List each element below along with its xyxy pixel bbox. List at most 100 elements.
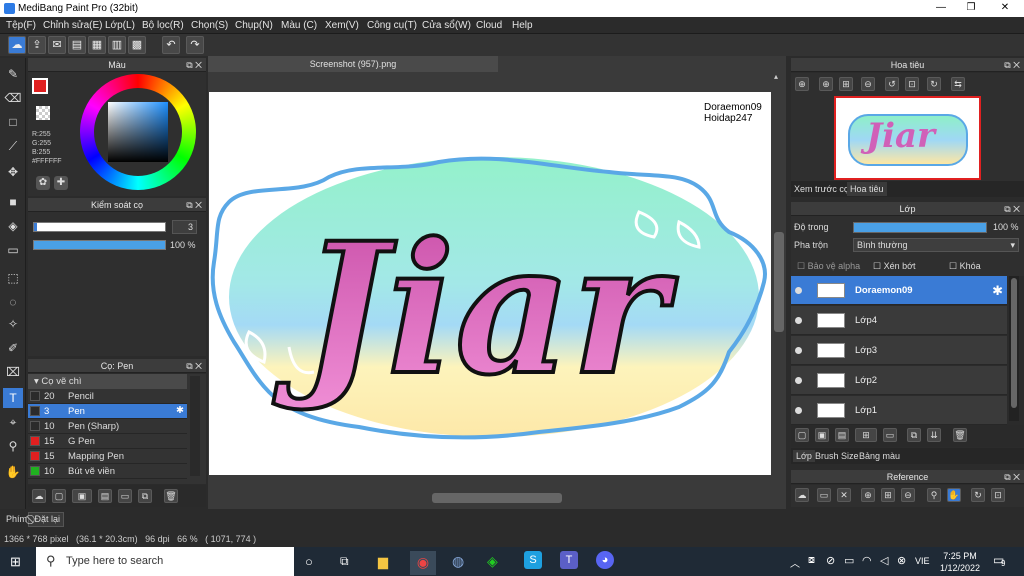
saturation-square[interactable] [108,102,168,162]
ref-zoom-out-icon[interactable]: ⊖ [901,488,915,502]
menu-layer[interactable]: Lớp(L) [105,20,135,31]
brush-row[interactable]: 10 Pen (Sharp) [28,419,187,434]
cortana-icon[interactable]: ○ [305,554,313,569]
palette-add-icon[interactable]: ✚ [54,176,68,190]
tab-palette[interactable]: Bảng màu [859,451,900,461]
document-tab[interactable]: Screenshot (957).png [208,56,498,72]
navigator-preview[interactable]: Jiar [834,96,981,180]
layer-opacity-slider[interactable] [853,222,987,233]
operation-tool-icon[interactable]: ⌖ [3,412,23,432]
menu-edit[interactable]: Chỉnh sửa(E) [43,20,103,31]
panel-close-icon[interactable]: ⧉ ✕ [186,58,202,72]
panel-close-icon[interactable]: ⧉ ✕ [1004,58,1020,72]
brush-row[interactable]: 15 G Pen [28,434,187,449]
ref-eyedropper-icon[interactable]: ⚲ [927,488,941,502]
layer-folder-icon[interactable]: ▭ [883,428,897,442]
gear-icon[interactable]: ✱ [992,283,1003,299]
menu-tools[interactable]: Công cụ(T) [367,20,417,31]
transparent-color-swatch[interactable] [36,106,50,120]
brush-size-value[interactable]: 3 [172,220,197,234]
palette-icon[interactable]: ✿ [36,176,50,190]
teams-icon[interactable]: T [560,551,578,569]
flip-icon[interactable]: ⇆ [951,77,965,91]
undo-icon[interactable]: ↶ [162,36,180,54]
mute-icon[interactable]: ⊗ [897,554,906,567]
maximize-icon[interactable]: ❐ [964,2,978,15]
menu-cloud[interactable]: Cloud [476,20,502,31]
fit-icon[interactable]: ⊞ [839,77,853,91]
folder-icon[interactable]: ▭ [118,489,132,503]
layer-row[interactable]: Lớp4 [791,306,1007,335]
menu-help[interactable]: Help [512,20,533,31]
merge-layer-icon[interactable]: ⇊ [927,428,941,442]
panel-close-icon[interactable]: ⧉ ✕ [1004,470,1020,484]
move-tool-icon[interactable]: ✥ [3,162,23,182]
rotate-right-icon[interactable]: ↻ [927,77,941,91]
menu-filter[interactable]: Bộ lọc(R) [142,20,184,31]
scroll-up-icon[interactable]: ▴ [774,72,784,84]
task-view-icon[interactable]: ⧉ [340,554,349,569]
upload-icon[interactable]: ⇪ [28,36,46,54]
menu-window[interactable]: Cửa sổ(W) [422,20,471,31]
rectangle-tool-icon[interactable]: □ [3,112,23,132]
brush-row[interactable]: 20 Pencil [28,389,187,404]
layer-scrollbar[interactable] [1009,276,1019,421]
comment-icon[interactable]: ✉ [48,36,66,54]
battery-icon[interactable]: ▭ [844,554,854,567]
clock[interactable]: 7:25 PM 1/12/2022 [940,550,980,574]
magic-wand-icon[interactable]: ✧ [3,314,23,334]
brush-size-slider[interactable] [33,222,166,232]
tray-chevron-icon[interactable]: ︿ [790,555,800,570]
eyedropper-icon[interactable]: ⚲ [3,436,23,456]
new-layer-icon[interactable]: ▢ [795,428,809,442]
redo-icon[interactable]: ↷ [186,36,204,54]
taskbar-search[interactable]: ⚲ Type here to search [36,547,294,576]
skype-icon[interactable]: S [524,551,542,569]
file-explorer-icon[interactable]: ▆ [378,554,388,570]
shortcut-tab[interactable]: Phím [6,514,27,524]
layer-row[interactable]: Doraemon09 ✱ [791,276,1007,305]
vertical-scrollbar[interactable] [774,232,784,332]
select-eraser-icon[interactable]: ⌧ [3,362,23,382]
brush-row[interactable]: 15 Mapping Pen [28,449,187,464]
menu-view[interactable]: Xem(V) [325,20,359,31]
eraser-tool-icon[interactable]: ⌫ [3,88,23,108]
add-layer-dropdown-icon[interactable]: ⊞ [855,428,877,442]
menu-capture[interactable]: Chụp(N) [235,20,273,31]
tray-meet-icon[interactable]: ⧇ [808,554,815,567]
text-tool-icon[interactable]: T [3,388,23,408]
language-indicator[interactable]: VIE [915,556,930,566]
ref-open-icon[interactable]: ▭ [817,488,831,502]
brush-row[interactable]: 10 Bút vẽ viền [28,464,187,479]
menu-file[interactable]: Tệp(F) [6,20,36,31]
gradient-tool-icon[interactable]: ▭ [3,240,23,260]
bucket-tool-icon[interactable]: ◈ [3,216,23,236]
zoom-in-alt-icon[interactable]: ⊕ [819,77,833,91]
primary-color-swatch[interactable] [32,78,48,94]
ref-close-icon[interactable]: ✕ [837,488,851,502]
app-icon-2[interactable]: ◈ [487,553,498,570]
visibility-icon[interactable] [795,407,802,414]
fill-rect-tool-icon[interactable]: ■ [3,192,23,212]
close-icon[interactable]: ✕ [998,2,1012,15]
add-brush-icon[interactable]: ▣ [72,489,92,503]
tab-navigator[interactable]: Hoa tiêu [847,182,887,196]
hue-wheel[interactable] [80,74,196,190]
ref-rotate-icon[interactable]: ↻ [971,488,985,502]
trash-icon[interactable]: 🗑 [164,489,178,503]
zoom-out-icon[interactable]: ⊖ [861,77,875,91]
visibility-icon[interactable] [795,317,802,324]
visibility-icon[interactable] [795,287,802,294]
document-icon[interactable]: ▦ [88,36,106,54]
menu-select[interactable]: Chọn(S) [191,20,228,31]
delete-layer-icon[interactable]: 🗑 [953,428,967,442]
cloud-download-icon[interactable]: ☁ [32,489,46,503]
clipping-checkbox[interactable]: ☐ Xén bớt [873,261,916,272]
tray-app-icon[interactable]: ⊘ [826,554,835,567]
page-icon[interactable]: ▥ [108,36,126,54]
menu-color[interactable]: Màu (C) [281,20,317,31]
visibility-icon[interactable] [795,347,802,354]
new-8bit-layer-icon[interactable]: ▤ [835,428,849,442]
new-halftone-layer-icon[interactable]: ▣ [815,428,829,442]
panel-close-icon[interactable]: ⧉ ✕ [1004,202,1020,216]
